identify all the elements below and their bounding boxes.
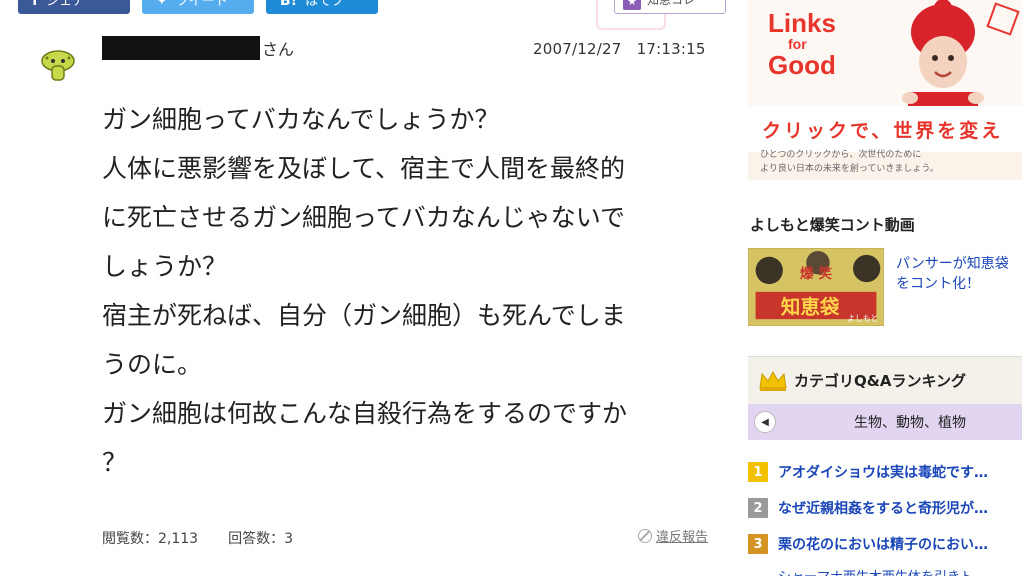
chie-collection-label: 知恵コレ	[647, 0, 696, 7]
hatena-icon: B!	[280, 0, 298, 9]
thumb-title: 知恵袋	[781, 295, 840, 318]
hatena-share-label: はてブ	[305, 0, 345, 9]
rank-badge: 1	[748, 462, 768, 482]
report-violation-link[interactable]: 違反報告	[638, 526, 708, 545]
ranking-item[interactable]: 2 なぜ近親相姦をすると奇形児が…	[748, 490, 1022, 526]
prohibited-icon	[638, 528, 652, 543]
user-suffix: さん	[262, 40, 295, 59]
ranking-item-title: なぜ近親相姦をすると奇形児が…	[778, 501, 988, 517]
ranking-item[interactable]: 1 アオダイショウは実は毒蛇です…	[748, 454, 1022, 490]
answer-count: 回答数：3	[228, 531, 294, 547]
banner-slogan-band: クリックで、世界を変え	[748, 106, 1022, 152]
question-line: ？	[102, 448, 128, 477]
twitter-icon: ✦	[156, 0, 168, 9]
question-body: ガン細胞ってバカなんでしょうか？ 人体に悪影響を及ぼして、宿主で人間を最終的 に…	[102, 95, 702, 487]
twitter-share-button[interactable]: ✦ ツイート	[142, 0, 254, 14]
rank-badge: 3	[748, 534, 768, 554]
question-line: ガン細胞は何故こんな自殺行為をするのですか	[102, 399, 628, 428]
facebook-icon: f	[32, 0, 39, 9]
hatena-bookmark-button[interactable]: B! はてブ	[266, 0, 378, 14]
chie-collection-button[interactable]: ★ 知恵コレ	[614, 0, 726, 14]
question-stats: 閲覧数：2,113 回答数：3	[102, 528, 293, 548]
facebook-share-button[interactable]: f シェア	[18, 0, 130, 14]
ranking-header: カテゴリQ&Aランキング	[748, 356, 1022, 404]
view-count: 閲覧数：2,113	[102, 531, 199, 547]
star-icon: ★	[623, 0, 641, 10]
comedy-video-link[interactable]: パンサーが知恵袋 をコント化！	[896, 254, 1009, 294]
sidebar: Links for Good クリックで、世界を変え ひとつのクリックから、次世…	[748, 0, 1022, 576]
rank-badge: 2	[748, 498, 768, 518]
redacted-username	[102, 36, 260, 60]
thumb-brand: よしもと	[847, 314, 878, 323]
question-line: 宿主が死ねば、自分（ガン細胞）も死んでしま	[102, 301, 626, 330]
banner-slogan: クリックで、世界を変え	[762, 119, 1004, 142]
question-timestamp: 2007/12/27 17:13:15	[533, 40, 706, 58]
links-for-good-logo: Links for Good	[768, 8, 836, 80]
chevron-left-icon[interactable]: ◀	[754, 411, 776, 433]
ranking-category-label: 生物、動物、植物	[854, 415, 966, 431]
facebook-share-label: シェア	[46, 0, 86, 9]
ranking-item[interactable]: 3 栗の花のにおいは精子のにおい…	[748, 526, 1022, 562]
question-line: 人体に悪影響を及ぼして、宿主で人間を最終的	[102, 154, 626, 183]
question-line: うのに。	[102, 350, 203, 379]
ranking-title: カテゴリQ&Aランキング	[794, 372, 966, 390]
ranking-item-title: 栗の花のにおいは精子のにおい…	[778, 537, 988, 553]
question-line: ガン細胞ってバカなんでしょうか？	[102, 105, 500, 134]
twitter-share-label: ツイート	[175, 0, 228, 9]
report-label: 違反報告	[656, 530, 709, 545]
ranking-list: 1 アオダイショウは実は毒蛇です… 2 なぜ近親相姦をすると奇形児が… 3 栗の…	[748, 454, 1022, 562]
banner-subtext: ひとつのクリックから、次世代のために より良い日本の未来を創っていきましょう。	[760, 150, 939, 174]
video-section-title: よしもと爆笑コント動画	[750, 216, 915, 234]
crown-icon	[759, 370, 787, 391]
ranking-category-tab[interactable]: ◀ 生物、動物、植物	[748, 404, 1022, 440]
ranking-item-title: アオダイショウは実は毒蛇です…	[778, 465, 988, 481]
question-line: しょうか？	[102, 252, 228, 281]
ranking-item-partial[interactable]: シャーマナ西生木西生体を引きト	[748, 566, 1022, 576]
questioner-name[interactable]: さん	[102, 36, 294, 60]
share-bar: f シェア ✦ ツイート B! はてブ	[18, 0, 378, 14]
comedy-video-thumbnail[interactable]: 爆 笑 知恵袋 よしもと	[748, 248, 884, 326]
question-line: に死亡させるガン細胞ってバカなんじゃないで	[102, 203, 626, 232]
category-ranking: カテゴリQ&Aランキング ◀ 生物、動物、植物 1 アオダイショウは実は毒蛇です…	[748, 356, 1022, 562]
user-avatar-icon[interactable]	[38, 46, 78, 86]
child-photo	[902, 0, 984, 106]
thumb-title-top: 爆 笑	[800, 265, 832, 282]
links-for-good-banner[interactable]: Links for Good クリックで、世界を変え ひとつのクリックから、次世…	[748, 0, 1022, 180]
